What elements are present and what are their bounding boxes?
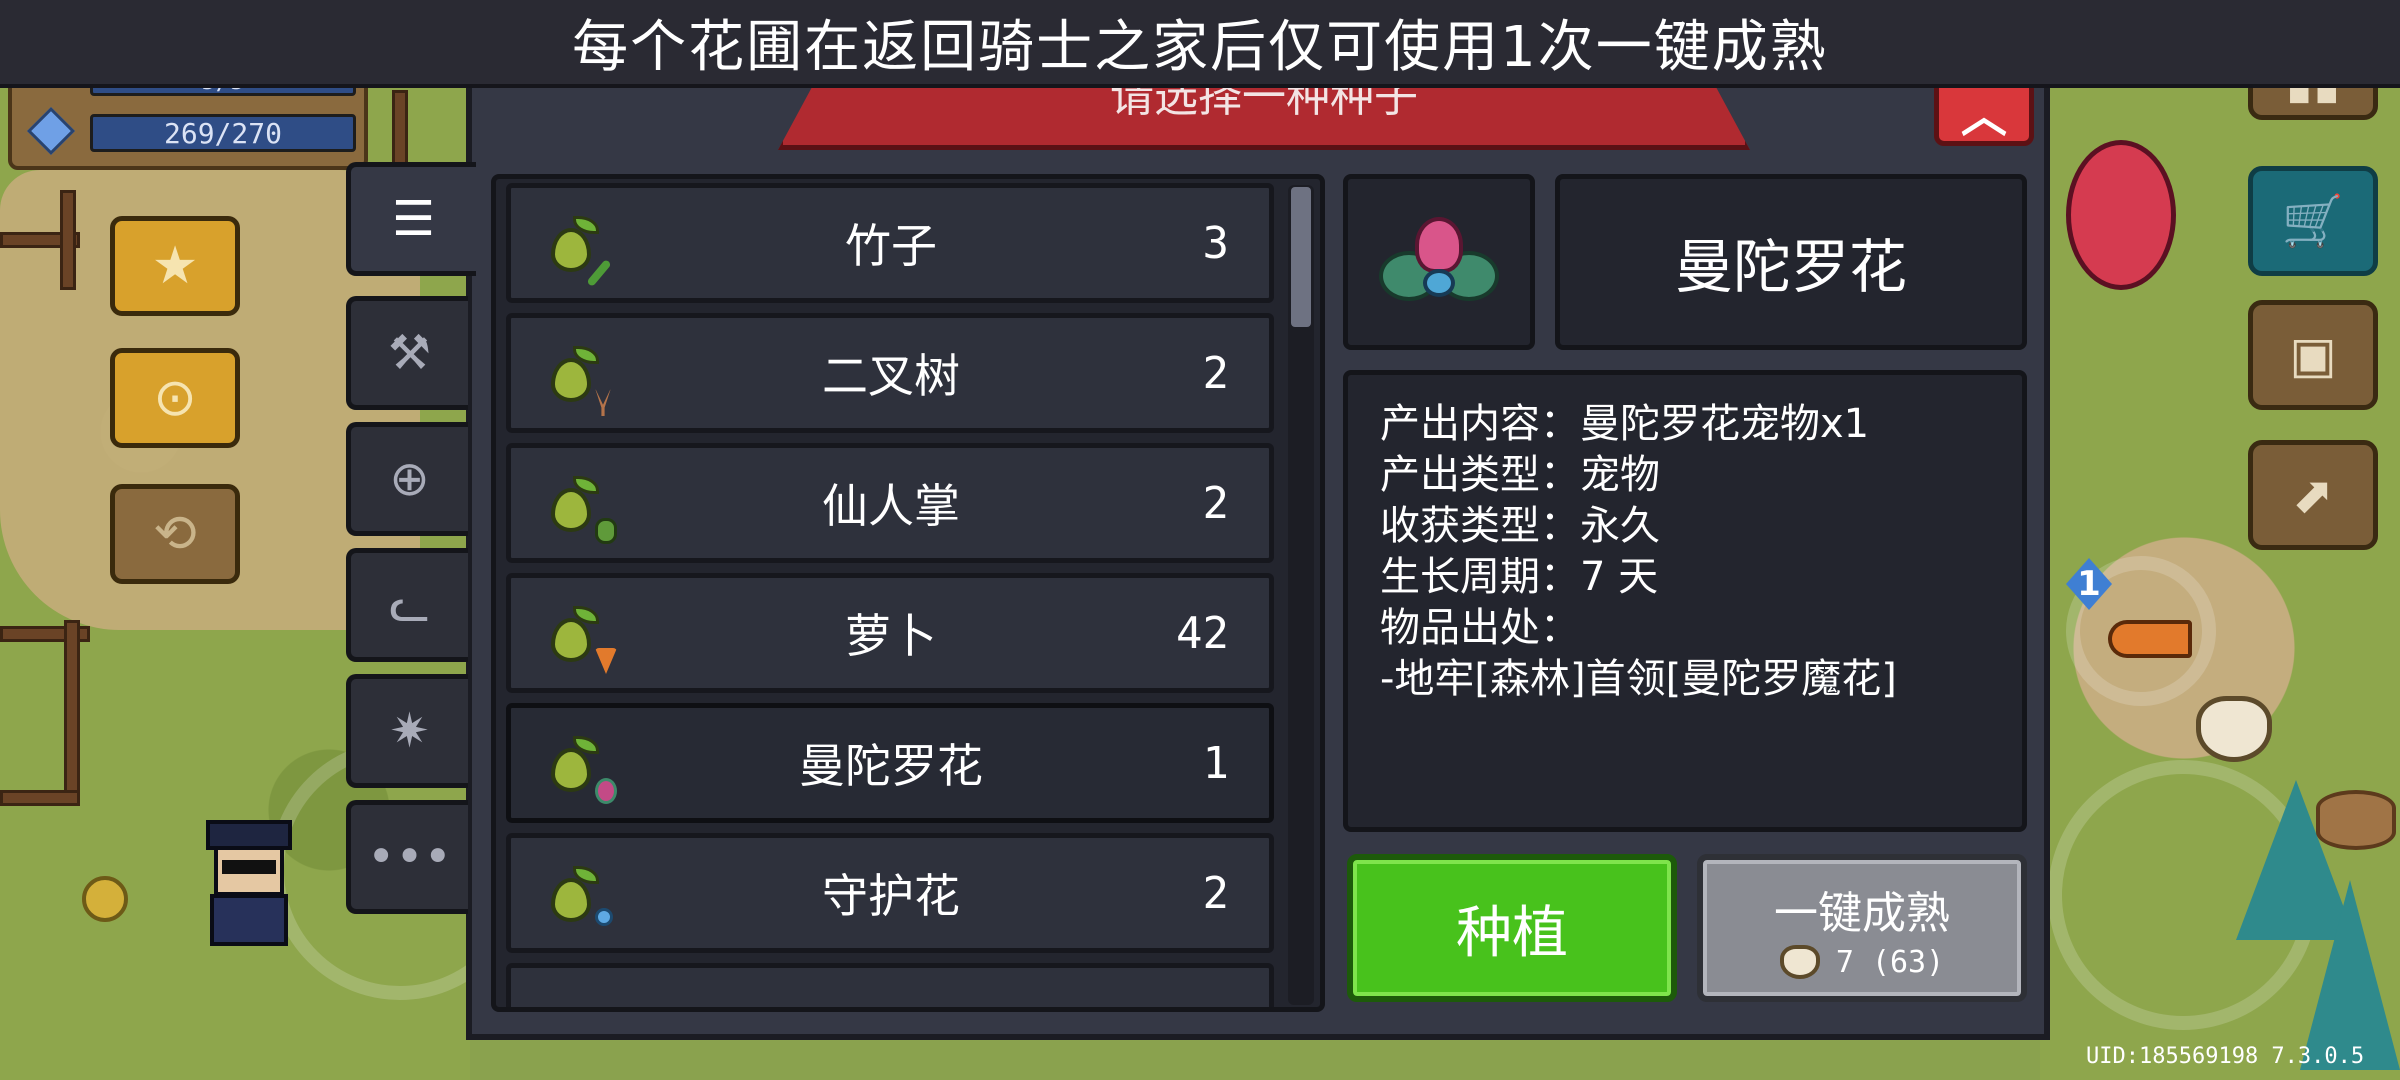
seed-row-partial[interactable]: [506, 963, 1274, 1007]
tab-effects[interactable]: ✷: [346, 674, 468, 788]
seed-count: 3: [1202, 217, 1230, 269]
seed-sack-icon: [1779, 945, 1820, 979]
exit-button[interactable]: ⬈: [2248, 440, 2378, 550]
seed-icon: [551, 476, 599, 532]
star-button[interactable]: ★: [110, 216, 240, 316]
seed-row-carrot[interactable]: 萝卜 42: [506, 573, 1274, 693]
tab-pets[interactable]: ᓚ: [346, 548, 468, 662]
profile-button[interactable]: ▣: [2248, 300, 2378, 410]
info-harvest-type: 收获类型：永久: [1380, 503, 1660, 549]
tab-list[interactable]: ☰: [346, 162, 476, 276]
seed-sack-icon[interactable]: [2196, 696, 2272, 762]
selected-seed-name-box: 曼陀罗花: [1555, 174, 2027, 350]
plant-button[interactable]: 种植: [1347, 854, 1677, 1002]
seed-count: 1: [1202, 737, 1230, 789]
seed-row-bamboo[interactable]: 竹子 3: [506, 183, 1274, 303]
seed-count: 2: [1202, 867, 1230, 919]
seed-count: 2: [1202, 347, 1230, 399]
info-source-label: 物品出处：: [1380, 605, 1580, 651]
more-icon: •••: [367, 829, 452, 885]
fence: [0, 790, 80, 806]
seed-name: 二叉树: [822, 349, 960, 403]
seed-row-guardian-flower[interactable]: 守护花 2: [506, 833, 1274, 953]
selected-seed-name: 曼陀罗花: [1674, 233, 1907, 301]
cat-icon: ᓚ: [389, 577, 430, 633]
mandrake-flower-icon: [1379, 207, 1499, 317]
location-button[interactable]: ⊙: [110, 348, 240, 448]
selected-seed-icon-box: [1343, 174, 1535, 350]
ripen-cost-value: 7 (63): [1835, 944, 1945, 980]
scroll-thumb[interactable]: [1291, 187, 1311, 327]
notice-banner: 每个花圃在返回骑士之家后仅可使用1次一键成熟: [0, 0, 2400, 88]
flower-bush: [82, 876, 128, 922]
list-icon: ☰: [391, 191, 436, 247]
character-body: [210, 894, 288, 946]
seed-list[interactable]: 竹子 3 二叉树 2 仙人掌 2 萝卜 42 曼陀罗花 1 守护花 2: [491, 174, 1325, 1012]
tab-weapons[interactable]: ⚒: [346, 296, 468, 410]
seed-icon: [551, 866, 599, 922]
info-output: 产出内容：曼陀罗花宠物x1: [1380, 401, 1870, 447]
energy-bar: 269/270: [90, 114, 356, 152]
seed-row-cactus[interactable]: 仙人掌 2: [506, 443, 1274, 563]
info-output-type: 产出类型：宠物: [1380, 452, 1660, 498]
seed-icon: [551, 216, 599, 272]
info-growth-period: 生长周期：7 天: [1380, 554, 1659, 600]
energy-gem-icon: [26, 106, 76, 156]
seed-name: 竹子: [845, 219, 937, 273]
exit-stairs-icon: ⬈: [2292, 466, 2334, 524]
tab-download[interactable]: ⊕: [346, 422, 468, 536]
guardian-flower-icon: [595, 908, 613, 926]
fence-post: [60, 190, 76, 290]
sunglasses: [222, 860, 276, 874]
fence-post: [392, 90, 408, 170]
shop-button[interactable]: 🛒: [2248, 166, 2378, 276]
sparkle-icon: ✷: [389, 703, 430, 759]
seed-name: 仙人掌: [822, 479, 960, 533]
dialog-title-ribbon: 请选择一种种子: [778, 78, 1750, 150]
mandrake-icon: [595, 778, 617, 804]
plant-button-label: 种植: [1456, 900, 1568, 966]
instant-ripen-label: 一键成熟: [1774, 887, 1950, 939]
red-lantern: [2066, 140, 2176, 290]
tab-more[interactable]: •••: [346, 800, 468, 914]
uid-version-label: UID:185569198 7.3.0.5: [2086, 1044, 2365, 1069]
tree-stump: [2316, 790, 2396, 850]
list-scrollbar[interactable]: [1288, 185, 1314, 1005]
cart-icon: 🛒: [2281, 191, 2345, 250]
seed-icon: [551, 346, 599, 402]
carrot-icon: [595, 648, 617, 674]
cactus-icon: [595, 518, 617, 544]
download-icon: ⊕: [389, 451, 430, 507]
player-character: [196, 820, 302, 946]
carrot-icon: [2108, 620, 2192, 658]
seed-count: 2: [1202, 477, 1230, 529]
seed-info-box: 产出内容：曼陀罗花宠物x1 产出类型：宠物 收获类型：永久 生长周期：7 天 物…: [1343, 370, 2027, 832]
seed-row-mandrake[interactable]: 曼陀罗花 1: [506, 703, 1274, 823]
info-source-value: -地牢[森林]首领[曼陀罗魔花]: [1380, 656, 1897, 702]
refresh-icon: ⟲: [153, 504, 197, 564]
instant-ripen-button[interactable]: 一键成熟 7 (63): [1697, 854, 2027, 1002]
seed-name: 守护花: [822, 869, 960, 923]
seed-name: 曼陀罗花: [799, 739, 983, 793]
seed-name: 萝卜: [845, 609, 937, 663]
chevron-up-icon: ︿: [1961, 89, 2007, 143]
seed-icon: [551, 606, 599, 662]
star-icon: ★: [151, 236, 199, 296]
map-pin-icon: ⊙: [153, 368, 197, 428]
seed-icon: [551, 736, 599, 792]
collapse-button[interactable]: ︿: [1934, 80, 2034, 146]
seed-row-forked-tree[interactable]: 二叉树 2: [506, 313, 1274, 433]
profile-card-icon: ▣: [2289, 326, 2337, 384]
seed-count: 42: [1176, 607, 1229, 659]
refresh-button[interactable]: ⟲: [110, 484, 240, 584]
fence-post: [64, 620, 80, 800]
forked-tree-icon: [595, 388, 611, 416]
notice-text: 每个花圃在返回骑士之家后仅可使用1次一键成熟: [572, 14, 1828, 80]
ripen-cost: 7 (63): [1779, 944, 1945, 980]
weapon-icon: ⚒: [387, 325, 432, 381]
